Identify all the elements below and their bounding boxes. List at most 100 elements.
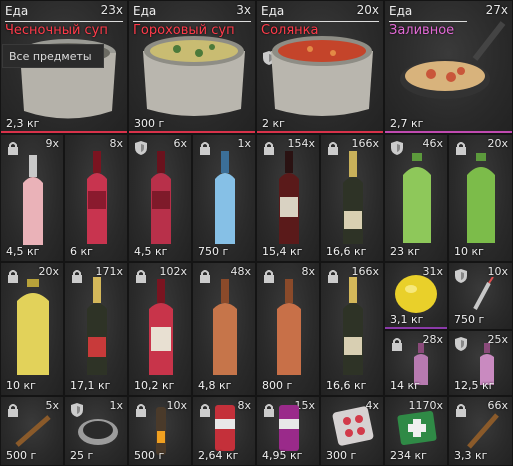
item-slot[interactable]: 20x 10 кг	[0, 262, 64, 396]
item-slot[interactable]: 25x 12,5 кг	[448, 330, 513, 396]
card-count: 23x	[100, 3, 123, 17]
item-slot[interactable]: 102x 10,2 кг	[128, 262, 192, 396]
item-weight: 25 г	[70, 449, 94, 462]
champagne-bottle-icon	[343, 277, 363, 375]
champagne-bottle-icon	[343, 151, 363, 244]
item-slot[interactable]: 4x 300 г	[320, 396, 384, 466]
champagne-bottle-icon	[87, 277, 107, 375]
card-category: Еда	[261, 4, 285, 18]
item-weight: 2,64 кг	[198, 449, 239, 462]
item-slot[interactable]: 1170x 234 кг	[384, 396, 448, 466]
card-weight: 2 кг	[262, 117, 285, 130]
item-slot[interactable]: 1x 25 г	[64, 396, 128, 466]
item-slot[interactable]: 31x 3,1 кг	[384, 262, 448, 330]
item-weight: 4,5 кг	[134, 245, 168, 258]
item-weight: 12,5 кг	[454, 379, 495, 392]
item-count: 20x	[487, 137, 508, 150]
pot-icon	[143, 36, 245, 116]
rarity-stripe	[385, 131, 512, 133]
rarity-stripe	[385, 327, 447, 329]
item-count: 9x	[45, 137, 59, 150]
item-slot[interactable]: 46x 23 кг	[384, 134, 448, 262]
lock-icon	[264, 404, 274, 417]
item-slot[interactable]: 8x 6 кг	[64, 134, 128, 262]
bottle-icon	[23, 155, 43, 245]
item-count: 1x	[109, 399, 123, 412]
bottle-icon	[277, 279, 301, 375]
item-weight: 4,95 кг	[262, 449, 303, 462]
item-count: 5x	[45, 399, 59, 412]
item-slot[interactable]: 6x 4,5 кг	[128, 134, 192, 262]
rarity-stripe	[129, 131, 255, 133]
food-card-pea-soup[interactable]: Еда 3x Гороховый суп 300 г	[128, 0, 256, 134]
item-weight: 4,8 кг	[198, 379, 232, 392]
item-slot[interactable]: 66x 3,3 кг	[448, 396, 513, 466]
energy-can-icon	[279, 405, 299, 451]
bottle-icon	[213, 279, 237, 375]
item-weight: 15,4 кг	[262, 245, 303, 258]
item-slot[interactable]: 8x 800 г	[256, 262, 320, 396]
item-weight: 750 г	[198, 245, 229, 258]
cigar-icon	[467, 413, 499, 449]
item-slot[interactable]: 154x 15,4 кг	[256, 134, 320, 262]
medkit-icon	[397, 411, 437, 445]
item-weight: 500 г	[134, 449, 165, 462]
item-count: 10x	[166, 399, 187, 412]
lemon-icon	[395, 275, 437, 313]
rarity-stripe	[1, 131, 127, 133]
card-category: Еда	[389, 4, 413, 18]
item-slot[interactable]: 48x 4,8 кг	[192, 262, 256, 396]
shield-icon	[455, 337, 467, 351]
item-slot[interactable]: 171x 17,1 кг	[64, 262, 128, 396]
card-weight: 300 г	[134, 117, 165, 130]
item-slot[interactable]: 10x 500 г	[128, 396, 192, 466]
item-slot[interactable]: 10x 750 г	[448, 262, 513, 330]
rarity-stripe	[257, 131, 383, 133]
item-slot[interactable]: 20x 10 кг	[448, 134, 513, 262]
item-weight: 6 кг	[70, 245, 93, 258]
plastic-bottle-icon	[17, 279, 49, 375]
lock-icon	[200, 404, 210, 417]
food-card-solyanka[interactable]: Еда 20x Солянка 2 кг	[256, 0, 384, 134]
item-weight: 16,6 кг	[326, 245, 367, 258]
inventory-grid: Еда 23x Чесночный суп 2,3 кг Все предмет…	[0, 0, 513, 466]
item-slot[interactable]: 8x 2,64 кг	[192, 396, 256, 466]
item-weight: 10 кг	[6, 379, 36, 392]
item-weight: 16,6 кг	[326, 379, 367, 392]
card-category: Еда	[5, 4, 29, 18]
card-count: 3x	[236, 3, 251, 17]
pills-icon	[332, 406, 374, 446]
item-weight: 300 г	[326, 449, 357, 462]
bottle-icon	[215, 151, 235, 244]
item-slot[interactable]: 166x 16,6 кг	[320, 262, 384, 396]
item-slot[interactable]: 9x 4,5 кг	[0, 134, 64, 262]
item-weight: 800 г	[262, 379, 293, 392]
item-weight: 234 кг	[390, 449, 427, 462]
item-slot[interactable]: 15x 4,95 кг	[256, 396, 320, 466]
lock-icon	[136, 404, 146, 417]
item-weight: 14 кг	[390, 379, 420, 392]
item-count: 8x	[237, 399, 251, 412]
item-weight: 17,1 кг	[70, 379, 111, 392]
item-slot[interactable]: 1x 750 г	[192, 134, 256, 262]
food-card-aspic[interactable]: Еда 27x Заливное 2,7 кг	[384, 0, 513, 134]
item-slot[interactable]: 166x 16,6 кг	[320, 134, 384, 262]
item-weight: 23 кг	[390, 245, 420, 258]
energy-can-icon	[215, 405, 235, 451]
bottle-icon	[87, 151, 107, 244]
item-weight: 750 г	[454, 313, 485, 326]
pot-icon	[271, 36, 373, 116]
card-count: 27x	[485, 3, 508, 17]
item-weight: 10,2 кг	[134, 379, 175, 392]
card-count: 20x	[356, 3, 379, 17]
frying-pan-icon	[400, 21, 506, 99]
item-slot[interactable]: 28x 14 кг	[384, 330, 448, 396]
filter-tooltip[interactable]: Все предметы	[2, 44, 104, 68]
lock-icon	[392, 338, 402, 351]
item-weight: 4,5 кг	[6, 245, 40, 258]
bottle-icon	[151, 151, 171, 244]
cigar-icon	[15, 415, 51, 447]
item-slot[interactable]: 5x 500 г	[0, 396, 64, 466]
item-weight: 500 г	[6, 449, 37, 462]
plastic-bottle-icon	[467, 153, 495, 243]
